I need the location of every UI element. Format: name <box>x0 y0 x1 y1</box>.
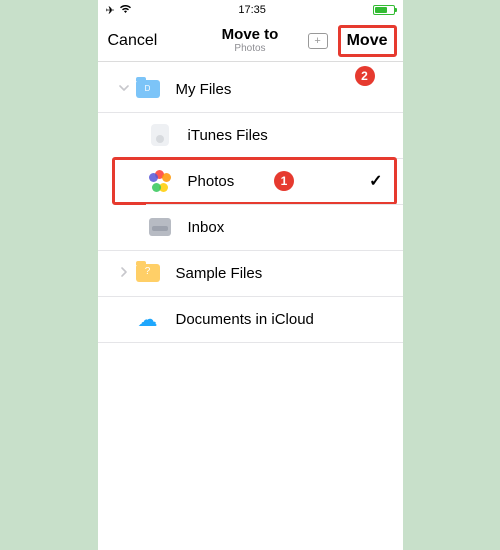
row-documents-icloud[interactable]: ☁ Documents in iCloud <box>98 296 403 342</box>
airplane-mode-icon: ✈ <box>106 4 115 17</box>
inbox-icon <box>146 213 174 241</box>
row-label: Photos <box>188 173 235 190</box>
nav-bar: Cancel Move to Photos + Move <box>98 20 403 62</box>
new-folder-icon[interactable]: + <box>308 33 328 49</box>
photos-icon <box>146 167 174 195</box>
chevron-down-icon[interactable] <box>114 82 134 97</box>
folder-icon: ? <box>134 259 162 287</box>
folder-icon: D <box>134 75 162 103</box>
row-itunes-files[interactable]: iTunes Files <box>98 112 403 158</box>
row-label: Inbox <box>188 219 225 236</box>
battery-icon <box>373 5 395 15</box>
checkmark-icon: ✓ <box>369 171 382 191</box>
wifi-icon <box>119 4 132 17</box>
move-to-screen: ✈ 17:35 Cancel Move to Photos + Move 2 D… <box>98 0 403 550</box>
row-sample-files[interactable]: ? Sample Files <box>98 250 403 296</box>
row-label: iTunes Files <box>188 127 268 144</box>
move-button[interactable]: Move <box>338 25 397 57</box>
status-time: 17:35 <box>238 4 266 16</box>
cancel-button[interactable]: Cancel <box>104 32 158 50</box>
row-my-files[interactable]: D My Files <box>98 66 403 112</box>
status-bar: ✈ 17:35 <box>98 0 403 20</box>
row-label: My Files <box>176 81 232 98</box>
row-label: Sample Files <box>176 265 263 282</box>
chevron-right-icon[interactable] <box>114 266 134 281</box>
callout-badge-1: 1 <box>274 171 294 191</box>
row-inbox[interactable]: Inbox <box>98 204 403 250</box>
cloud-icon: ☁ <box>134 305 162 333</box>
folder-list: D My Files iTunes Files Photos 1 ✓ Inbox <box>98 66 403 342</box>
itunes-icon <box>146 121 174 149</box>
row-photos[interactable]: Photos 1 ✓ <box>98 158 403 204</box>
row-label: Documents in iCloud <box>176 311 314 328</box>
